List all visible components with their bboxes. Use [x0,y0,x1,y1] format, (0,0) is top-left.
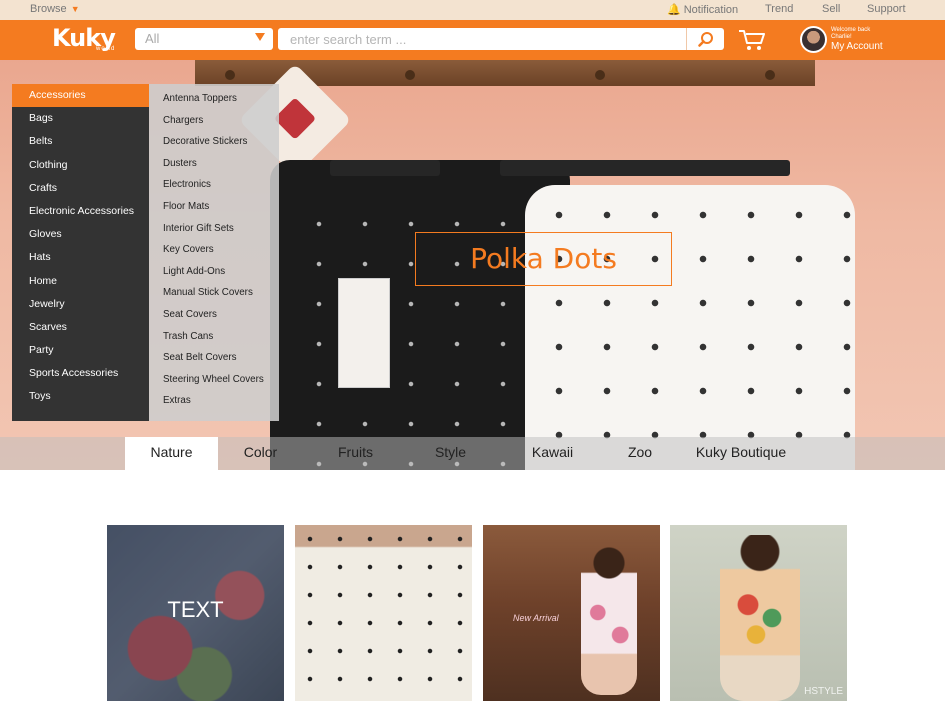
top-utility-bar: Browse ▼ 🔔 Notification Trend Sell Support [0,0,945,20]
hanger [500,160,790,176]
search-icon [697,32,713,47]
cart-button[interactable] [738,28,766,52]
theme-tabs: Nature Color Fruits Style Kawaii Zoo Kuk… [0,437,945,470]
tile-text: TEXT [167,597,224,622]
tab-color[interactable]: Color [218,437,303,470]
rack-peg [595,70,605,80]
subcategory-item[interactable]: Extras [149,390,279,412]
subcategory-item[interactable]: Chargers [149,110,279,132]
category-item-gloves[interactable]: Gloves [12,223,149,246]
category-item-jewelry[interactable]: Jewelry [12,293,149,316]
rack-peg [405,70,415,80]
model-photo [581,545,637,695]
category-menu: Accessories Bags Belts Clothing Crafts E… [12,84,149,421]
category-item-electronic-accessories[interactable]: Electronic Accessories [12,200,149,223]
trend-link[interactable]: Trend [765,3,793,15]
tab-nature[interactable]: Nature [125,437,218,470]
category-item-accessories[interactable]: Accessories [12,84,149,108]
product-tile[interactable]: HSTYLE [670,525,847,701]
model-photo [720,535,800,701]
hanger [330,160,440,176]
category-item-party[interactable]: Party [12,339,149,362]
notification-link[interactable]: 🔔 Notification [667,3,738,16]
bell-icon: 🔔 [667,4,681,16]
category-item-toys[interactable]: Toys [12,385,149,408]
category-select[interactable]: All [135,28,273,50]
subcategory-item[interactable]: Trash Cans [149,326,279,348]
support-link[interactable]: Support [867,3,906,15]
product-tile[interactable] [295,525,472,701]
search-bar [278,28,724,50]
category-item-clothing[interactable]: Clothing [12,154,149,177]
hero-label[interactable]: Polka Dots [415,232,672,286]
search-input[interactable] [278,28,678,50]
tile-watermark: HSTYLE [804,686,843,697]
search-button[interactable] [686,28,724,50]
tab-kawaii[interactable]: Kawaii [510,437,595,470]
account-info[interactable]: Welcome back Charlie! My Account [831,27,883,52]
welcome-text: Welcome back [831,27,871,33]
user-name: Charlie! [831,34,852,40]
subcategory-item[interactable]: Manual Stick Covers [149,282,279,304]
notification-label: Notification [683,4,739,16]
subcategory-item[interactable]: Steering Wheel Covers [149,369,279,391]
rack-peg [765,70,775,80]
subcategory-item[interactable]: Seat Covers [149,304,279,326]
subcategory-item[interactable]: Interior Gift Sets [149,218,279,240]
avatar[interactable] [800,26,827,53]
tab-kuky-boutique[interactable]: Kuky Boutique [688,437,794,470]
white-top-dots [525,185,855,470]
category-select-value: All [145,31,160,46]
category-item-crafts[interactable]: Crafts [12,177,149,200]
category-item-sports-accessories[interactable]: Sports Accessories [12,362,149,385]
subcategory-item[interactable]: Seat Belt Covers [149,347,279,369]
main-header: Kuky world All Welcome back Charlie! My … [0,20,945,60]
category-item-scarves[interactable]: Scarves [12,316,149,339]
category-item-home[interactable]: Home [12,270,149,293]
browse-label: Browse [30,3,67,15]
product-tile[interactable]: TEXT [107,525,284,701]
tab-zoo[interactable]: Zoo [605,437,675,470]
browse-menu[interactable]: Browse ▼ [30,3,80,15]
heart-icon [273,97,317,140]
product-tile[interactable]: New Arrival [483,525,660,701]
category-item-belts[interactable]: Belts [12,130,149,153]
subcategory-menu: Antenna Toppers Chargers Decorative Stic… [149,84,279,421]
sell-link[interactable]: Sell [822,3,840,15]
dropdown-arrow-icon [255,33,265,41]
category-item-hats[interactable]: Hats [12,246,149,269]
subcategory-item[interactable]: Decorative Stickers [149,131,279,153]
subcategory-item[interactable]: Electronics [149,174,279,196]
my-account-link[interactable]: My Account [831,42,883,52]
price-tag [338,278,390,388]
caret-down-icon: ▼ [70,4,80,14]
tab-fruits[interactable]: Fruits [313,437,398,470]
rack-peg [225,70,235,80]
kuky-logo[interactable]: Kuky world [52,24,122,56]
logo-subtext: world [96,46,116,52]
subcategory-item[interactable]: Floor Mats [149,196,279,218]
tab-style[interactable]: Style [408,437,493,470]
category-item-bags[interactable]: Bags [12,107,149,130]
subcategory-item[interactable]: Dusters [149,153,279,175]
subcategory-item[interactable]: Light Add-Ons [149,261,279,283]
cart-icon [739,30,765,50]
subcategory-item[interactable]: Key Covers [149,239,279,261]
tile-watermark: New Arrival [513,613,559,623]
subcategory-item[interactable]: Antenna Toppers [149,88,279,110]
